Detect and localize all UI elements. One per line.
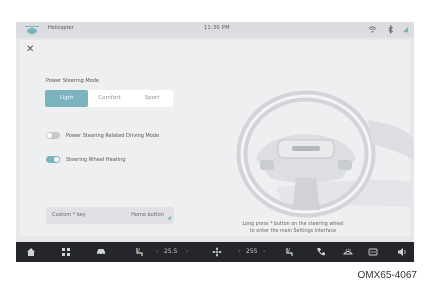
wifi-icon [368,26,377,33]
close-icon[interactable]: ✕ [26,45,34,55]
phone-icon[interactable] [316,247,326,257]
helicopter-app-icon[interactable] [24,25,40,35]
bluetooth-icon [388,25,393,34]
custom-key-label: Custom * key [52,212,86,218]
figure-caption: OMX65-4067 [357,270,417,281]
driving-mode-label: Power Steering Related Driving Mode [66,133,160,139]
status-bar: Helicopter 11:30 PM [16,22,414,38]
hint-line-1: Long press * button on the steering whee… [242,222,344,227]
car-icon[interactable] [96,247,106,257]
temp-left-increase[interactable]: › [186,248,188,255]
power-steering-title: Power Steering Mode [46,78,99,84]
steering-wheel-illustration [236,90,414,218]
mode-sport-button[interactable]: Sport [131,90,173,107]
wheel-heating-label: Steering Wheel Heating [66,157,126,163]
temp-right-decrease[interactable]: ‹ [238,248,240,255]
app-name: Helicopter [48,25,74,31]
driving-mode-toggle[interactable] [46,132,60,139]
fan-icon[interactable] [212,247,222,257]
clock: 11:30 PM [204,25,230,31]
wheel-heating-toggle[interactable] [46,156,60,163]
apps-grid-icon[interactable] [61,247,71,257]
mode-light-button[interactable]: Light [45,90,88,107]
infotainment-screen: Helicopter 11:30 PM ✕ Power Steering Mod… [16,22,414,262]
temp-left-value: 25.5 [164,248,178,255]
custom-key-setting[interactable]: Custom * key Home button ◢ [46,207,174,224]
chevron-right-icon: ◢ [167,215,171,221]
power-steering-mode-selector: Light Comfort Sport [45,90,173,107]
home-icon[interactable] [26,247,36,257]
temp-right-increase[interactable]: › [263,248,265,255]
temp-left-decrease[interactable]: ‹ [156,248,158,255]
defrost-icon[interactable] [343,247,353,257]
steering-hint-text: Long press * button on the steering whee… [233,222,353,235]
signal-icon [402,26,409,33]
hint-line-2: to enter the main Settings interface [249,228,337,234]
rear-defrost-icon[interactable] [368,247,378,257]
temp-right-value: 255 [246,248,258,255]
bottom-dock: ‹ 25.5 › ‹ 255 › [16,242,414,262]
custom-key-value: Home button [131,212,164,218]
volume-icon[interactable] [397,247,407,257]
mode-comfort-button[interactable]: Comfort [88,90,131,107]
seat-heater-right-icon[interactable] [284,247,294,257]
seat-heater-left-icon[interactable] [134,247,144,257]
steering-settings-panel: ✕ Power Steering Mode Light Comfort Spor… [20,40,414,236]
